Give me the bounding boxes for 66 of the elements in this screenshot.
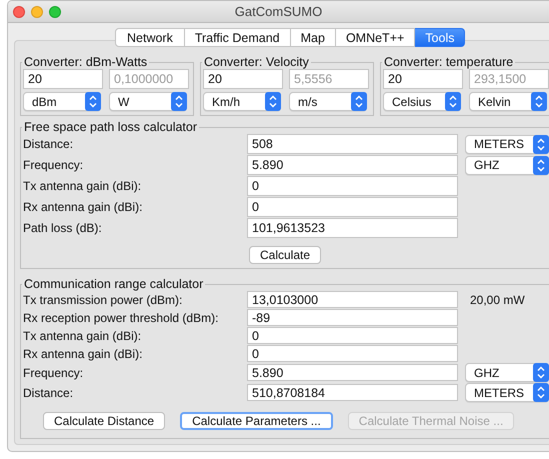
field-label: Distance: bbox=[23, 137, 74, 151]
field-label: Rx reception power threshold (dBm): bbox=[23, 310, 220, 324]
unit-dropdown[interactable]: Celsius bbox=[383, 92, 461, 111]
stepper-icon bbox=[533, 383, 549, 402]
calculate-button[interactable]: Calculate bbox=[249, 246, 322, 264]
field-label: Rx antenna gain (dBi): bbox=[23, 200, 144, 214]
unit-dropdown[interactable]: METERS bbox=[465, 134, 549, 154]
tab[interactable]: Tools bbox=[415, 28, 466, 47]
input-field[interactable]: 5.890 bbox=[247, 364, 458, 381]
unit-dropdown[interactable]: Kelvin bbox=[469, 92, 547, 111]
stepper-icon bbox=[85, 92, 101, 111]
result-field: 5,5556 bbox=[289, 69, 369, 89]
group-title: Converter: dBm-Watts bbox=[23, 55, 148, 69]
unit-dropdown[interactable]: Km/h bbox=[203, 92, 281, 111]
field-label: Tx transmission power (dBm): bbox=[23, 292, 184, 306]
input-field[interactable]: 508 bbox=[247, 134, 458, 154]
result-field: 0,1000000 bbox=[109, 69, 189, 89]
unit-dropdown[interactable]: dBm bbox=[23, 92, 101, 111]
stepper-icon bbox=[445, 92, 461, 111]
stepper-icon bbox=[533, 156, 549, 174]
stepper-icon bbox=[265, 92, 281, 111]
input-field[interactable]: 20 bbox=[23, 69, 103, 89]
group-title: Free space path loss calculator bbox=[23, 120, 198, 134]
field-label: Path loss (dB): bbox=[23, 221, 103, 235]
stepper-icon bbox=[531, 92, 547, 111]
input-field[interactable]: 0 bbox=[247, 327, 458, 344]
unit-dropdown[interactable]: GHZ bbox=[465, 363, 549, 382]
input-field[interactable]: 20 bbox=[203, 69, 283, 89]
unit-dropdown[interactable]: GHZ bbox=[465, 156, 549, 174]
input-field[interactable]: -89 bbox=[247, 309, 458, 326]
input-field[interactable]: 5.890 bbox=[247, 155, 458, 175]
stepper-icon bbox=[351, 92, 367, 111]
field-label: Frequency: bbox=[23, 366, 84, 380]
input-field[interactable]: 13,0103000 bbox=[247, 291, 458, 308]
input-field[interactable]: 0 bbox=[247, 345, 458, 362]
input-field[interactable]: 20 bbox=[383, 69, 463, 89]
field-label: Tx antenna gain (dBi): bbox=[23, 328, 142, 342]
input-field[interactable]: 0 bbox=[247, 197, 458, 217]
field-label: Tx antenna gain (dBi): bbox=[23, 179, 142, 193]
unit-dropdown[interactable]: W bbox=[109, 92, 187, 111]
conversion-text: 20,00 mW bbox=[469, 292, 526, 306]
input-field[interactable]: 510,8708184 bbox=[247, 384, 458, 401]
calculate-button[interactable]: Calculate Parameters ... bbox=[180, 412, 333, 430]
tab[interactable]: Traffic Demand bbox=[184, 28, 291, 47]
group-title: Communication range calculator bbox=[23, 277, 204, 291]
group-title: Converter: temperature bbox=[383, 55, 514, 69]
tab[interactable]: OMNeT++ bbox=[336, 28, 416, 47]
minimize-button[interactable] bbox=[31, 6, 43, 18]
close-button[interactable] bbox=[13, 6, 25, 18]
stepper-icon bbox=[533, 134, 549, 154]
field-label: Frequency: bbox=[23, 158, 84, 172]
field-label: Rx antenna gain (dBi): bbox=[23, 346, 144, 360]
tab[interactable]: Network bbox=[115, 28, 185, 47]
field-label: Distance: bbox=[23, 386, 74, 400]
stepper-icon bbox=[533, 363, 549, 382]
stepper-icon bbox=[171, 92, 187, 111]
window-title: GatComSUMO bbox=[234, 4, 322, 19]
unit-dropdown[interactable]: METERS bbox=[465, 383, 549, 402]
result-field: 293,1500 bbox=[469, 69, 549, 89]
calculate-button[interactable]: Calculate Distance bbox=[43, 412, 166, 430]
zoom-button[interactable] bbox=[49, 6, 61, 18]
tab[interactable]: Map bbox=[290, 28, 336, 47]
group-title: Converter: Velocity bbox=[203, 55, 310, 69]
input-field[interactable]: 0 bbox=[247, 176, 458, 196]
unit-dropdown[interactable]: m/s bbox=[289, 92, 367, 111]
input-field[interactable]: 101,9613523 bbox=[247, 218, 458, 238]
